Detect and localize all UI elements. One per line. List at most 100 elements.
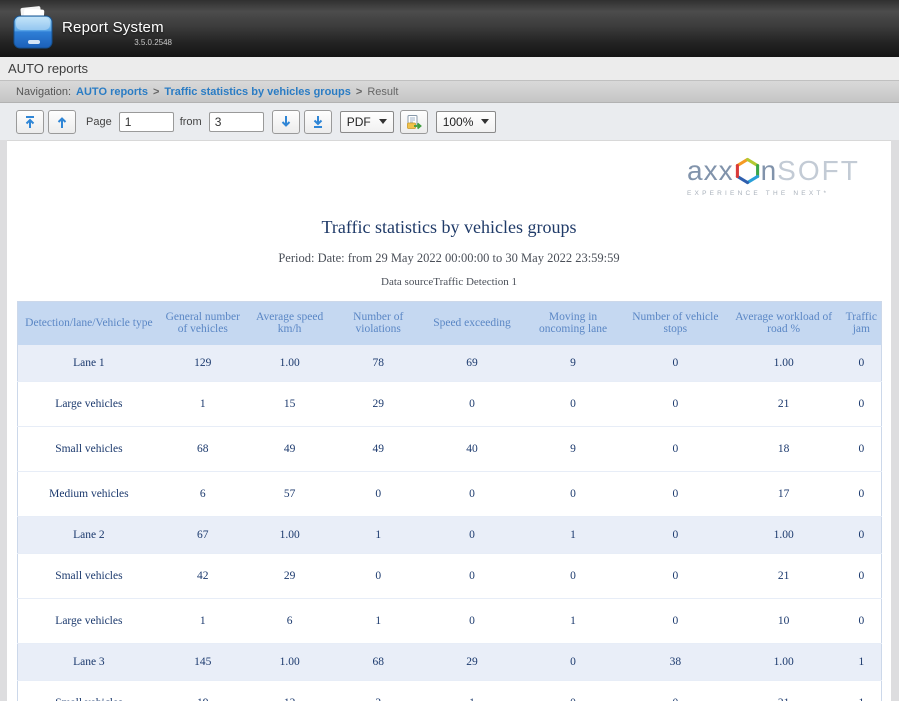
last-page-button[interactable]	[304, 110, 332, 134]
table-cell: 1	[160, 382, 246, 427]
logo-hexagon-icon	[735, 157, 760, 185]
table-cell: 0	[842, 382, 882, 427]
column-header: Traffic jam	[842, 302, 882, 345]
table-cell: 57	[246, 472, 334, 517]
export-button[interactable]	[400, 110, 428, 134]
table-cell: 0	[842, 345, 882, 382]
table-cell: 10	[726, 599, 842, 644]
logo-text-n: n	[761, 155, 778, 187]
table-cell: 29	[423, 644, 521, 681]
table-cell: 42	[160, 554, 246, 599]
table-cell: 0	[521, 681, 625, 701]
table-cell: 1	[333, 517, 422, 554]
arrow-up-bar-icon	[23, 115, 37, 129]
table-cell: 1.00	[726, 517, 842, 554]
from-label: from	[180, 116, 202, 128]
traffic-statistics-table: Detection/lane/Vehicle typeGeneral numbe…	[17, 301, 882, 701]
table-cell: Lane 3	[18, 644, 160, 681]
column-header: Speed exceeding	[423, 302, 521, 345]
page-input[interactable]	[119, 112, 174, 132]
table-cell: 0	[842, 517, 882, 554]
table-cell: 0	[423, 554, 521, 599]
table-cell: 69	[423, 345, 521, 382]
table-cell: 0	[521, 382, 625, 427]
table-cell: 1.00	[726, 644, 842, 681]
table-cell: 29	[333, 382, 422, 427]
table-row-vehicle: Large vehicles11529000210	[18, 382, 882, 427]
export-format-select[interactable]: PDF	[340, 111, 394, 133]
table-cell: Lane 1	[18, 345, 160, 382]
total-pages-input[interactable]	[209, 112, 264, 132]
report-page: axx n SOFT EXPERIENCE THE NEXT* Traffic …	[7, 140, 891, 701]
table-cell: 0	[423, 517, 521, 554]
table-cell: 19	[160, 681, 246, 701]
table-cell: 0	[842, 427, 882, 472]
table-cell: 68	[160, 427, 246, 472]
breadcrumb-item-result: Result	[367, 86, 398, 98]
column-header: Moving in oncoming lane	[521, 302, 625, 345]
table-cell: 1	[333, 599, 422, 644]
table-row-vehicle: Small vehicles42290000210	[18, 554, 882, 599]
table-cell: 0	[423, 472, 521, 517]
table-row-lane: Lane 2671.0010101.000	[18, 517, 882, 554]
table-cell: 0	[333, 472, 422, 517]
table-cell: 1.00	[246, 345, 334, 382]
table-cell: 1	[842, 681, 882, 701]
table-cell: 67	[160, 517, 246, 554]
column-header: Number of vehicle stops	[625, 302, 726, 345]
table-cell: 0	[625, 472, 726, 517]
column-header: Average speed km/h	[246, 302, 334, 345]
breadcrumb-item-auto-reports[interactable]: AUTO reports	[76, 86, 148, 98]
table-cell: 0	[625, 517, 726, 554]
table-cell: 0	[521, 472, 625, 517]
report-period: Period: Date: from 29 May 2022 00:00:00 …	[7, 251, 891, 266]
table-row-vehicle: Small vehicles19122100211	[18, 681, 882, 701]
table-cell: 1	[521, 599, 625, 644]
table-cell: 0	[625, 681, 726, 701]
table-row-vehicle: Large vehicles161010100	[18, 599, 882, 644]
table-row-vehicle: Small vehicles6849494090180	[18, 427, 882, 472]
arrow-down-bar-icon	[311, 115, 325, 129]
breadcrumb-separator: >	[153, 86, 159, 98]
next-page-button[interactable]	[272, 110, 300, 134]
export-format-value: PDF	[347, 115, 371, 129]
column-header: Average workload of road %	[726, 302, 842, 345]
table-cell: 0	[521, 644, 625, 681]
chevron-down-icon	[379, 119, 387, 124]
zoom-select[interactable]: 100%	[436, 111, 497, 133]
table-cell: 15	[246, 382, 334, 427]
report-data-source: Data sourceTraffic Detection 1	[7, 276, 891, 288]
previous-page-button[interactable]	[48, 110, 76, 134]
table-cell: 68	[333, 644, 422, 681]
report-toolbar: Page from PDF 100%	[0, 103, 899, 140]
table-cell: 0	[521, 554, 625, 599]
report-title: Traffic statistics by vehicles groups	[7, 217, 891, 238]
table-cell: 9	[521, 427, 625, 472]
section-title: AUTO reports	[8, 61, 88, 76]
table-row-lane: Lane 31451.0068290381.001	[18, 644, 882, 681]
column-header: Detection/lane/Vehicle type	[18, 302, 160, 345]
table-cell: Small vehicles	[18, 554, 160, 599]
zoom-value: 100%	[443, 115, 474, 129]
table-row-lane: Lane 11291.007869901.000	[18, 345, 882, 382]
table-cell: 0	[842, 599, 882, 644]
table-cell: 78	[333, 345, 422, 382]
table-header-row: Detection/lane/Vehicle typeGeneral numbe…	[18, 302, 882, 345]
table-cell: 0	[842, 472, 882, 517]
table-cell: 0	[625, 382, 726, 427]
table-cell: 40	[423, 427, 521, 472]
breadcrumb-item-traffic-statistics[interactable]: Traffic statistics by vehicles groups	[164, 86, 350, 98]
export-report-icon	[406, 114, 422, 130]
table-cell: 2	[333, 681, 422, 701]
table-cell: Large vehicles	[18, 382, 160, 427]
table-cell: 6	[246, 599, 334, 644]
first-page-button[interactable]	[16, 110, 44, 134]
table-cell: 0	[625, 599, 726, 644]
logo-text-axx: axx	[687, 155, 734, 187]
table-cell: 1	[160, 599, 246, 644]
table-cell: Large vehicles	[18, 599, 160, 644]
table-cell: 18	[726, 427, 842, 472]
table-cell: 1.00	[246, 644, 334, 681]
table-cell: Medium vehicles	[18, 472, 160, 517]
table-cell: 9	[521, 345, 625, 382]
